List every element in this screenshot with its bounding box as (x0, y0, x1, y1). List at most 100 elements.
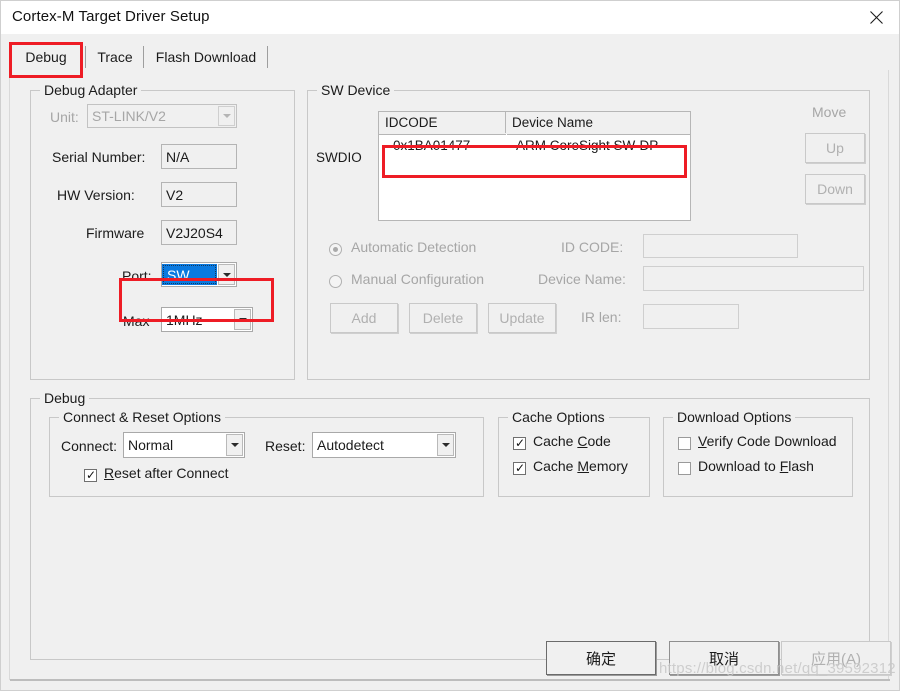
group-cache-options: Cache Options ✓ Cache Code ✓ Cache Memor… (498, 409, 650, 497)
verify-code-download-checkbox[interactable] (678, 437, 691, 450)
move-up-label: Up (826, 140, 844, 156)
group-sw-device-title: SW Device (317, 82, 395, 98)
max-label: Max (123, 313, 150, 329)
tab-flash-download[interactable]: Flash Download (147, 44, 265, 70)
check-icon: ✓ (86, 468, 97, 482)
tab-separator-2 (143, 46, 144, 68)
move-up-button[interactable]: Up (805, 133, 865, 163)
hw-version-field: V2 (161, 182, 237, 207)
window-title: Cortex-M Target Driver Setup (12, 8, 210, 25)
swdio-label: SWDIO (316, 150, 362, 165)
unit-combo-value: ST-LINK/V2 (92, 108, 166, 124)
id-code-label: ID CODE: (561, 239, 624, 255)
cell-idcode: 0x1BA01477 (393, 137, 471, 153)
check-icon: ✓ (515, 461, 526, 475)
sw-device-list[interactable]: IDCODE Device Name 0x1BA01477 ARM CoreSi… (378, 111, 691, 221)
group-cache-options-title: Cache Options (508, 409, 609, 425)
reset-combo[interactable]: Autodetect (312, 432, 456, 458)
group-debug-title: Debug (40, 390, 90, 406)
column-header-device-name: Device Name (512, 115, 594, 130)
tab-trace[interactable]: Trace (89, 44, 141, 70)
tab-separator-1 (85, 46, 86, 68)
cell-device-name: ARM CoreSight SW-DP (516, 137, 659, 153)
tab-separator-3 (267, 46, 268, 68)
tab-page-debug: Debug Adapter Unit: ST-LINK/V2 Serial Nu… (9, 70, 889, 680)
download-to-flash-checkbox[interactable] (678, 462, 691, 475)
table-row[interactable]: 0x1BA01477 ARM CoreSight SW-DP (379, 134, 690, 156)
update-label: Update (499, 310, 545, 326)
tab-debug[interactable]: Debug (11, 44, 81, 70)
reset-combo-value: Autodetect (317, 437, 384, 453)
tab-trace-label: Trace (97, 49, 133, 65)
group-connect-reset-title: Connect & Reset Options (59, 409, 225, 425)
check-icon: ✓ (515, 436, 526, 450)
serial-number-label: Serial Number: (52, 149, 146, 165)
max-combo-chevron-down-icon[interactable] (234, 309, 251, 330)
group-download-options: Download Options Verify Code Download Do… (663, 409, 853, 497)
port-combo-chevron-down-icon[interactable] (218, 264, 235, 285)
id-code-field[interactable] (643, 234, 798, 258)
group-download-options-title: Download Options (673, 409, 796, 425)
add-label: Add (351, 310, 377, 326)
reset-after-connect-label: Reset after Connect (104, 465, 229, 481)
move-down-button[interactable]: Down (805, 174, 865, 204)
update-button[interactable]: Update (488, 303, 556, 333)
reset-after-connect-checkbox[interactable]: ✓ (84, 469, 97, 482)
cache-code-checkbox[interactable]: ✓ (513, 437, 526, 450)
ok-label: 确定 (585, 650, 616, 668)
move-label: Move (812, 104, 847, 120)
group-debug-adapter-title: Debug Adapter (40, 82, 142, 98)
tab-debug-label: Debug (25, 49, 67, 65)
cache-memory-label: Cache Memory (533, 458, 628, 474)
close-icon[interactable] (853, 1, 899, 33)
reset-combo-chevron-down-icon[interactable] (437, 434, 454, 456)
firmware-field: V2J20S4 (161, 220, 237, 245)
manual-configuration-radio[interactable] (329, 275, 342, 288)
max-combo[interactable]: 1MHz (161, 307, 253, 332)
group-sw-device: SW Device SWDIO IDCODE Device Name 0x1BA… (307, 82, 870, 380)
title-bar: Cortex-M Target Driver Setup (1, 1, 899, 34)
move-down-label: Down (817, 181, 853, 197)
download-to-flash-label: Download to Flash (698, 458, 814, 474)
target-driver-setup-dialog: Cortex-M Target Driver Setup Debug Trace… (0, 0, 900, 691)
watermark: https://blog.csdn.net/qq_39592312 (659, 660, 896, 677)
unit-label: Unit: (50, 109, 79, 125)
group-debug-adapter: Debug Adapter Unit: ST-LINK/V2 Serial Nu… (30, 82, 295, 380)
firmware-label: Firmware (86, 225, 145, 241)
manual-configuration-label: Manual Configuration (351, 271, 485, 287)
tab-strip: Debug Trace Flash Download (9, 44, 889, 70)
group-debug: Debug Connect & Reset Options Connect: N… (30, 390, 870, 660)
connect-combo[interactable]: Normal (123, 432, 245, 458)
device-name-label: Device Name: (538, 271, 626, 287)
footer-divider (10, 679, 890, 681)
ok-button[interactable]: 确定 (546, 641, 656, 675)
delete-button[interactable]: Delete (409, 303, 477, 333)
connect-combo-chevron-down-icon[interactable] (226, 434, 243, 456)
unit-combo[interactable]: ST-LINK/V2 (87, 104, 237, 128)
verify-code-download-label: Verify Code Download (698, 433, 837, 449)
sw-device-list-header: IDCODE Device Name (379, 112, 690, 135)
cache-code-label: Cache Code (533, 433, 611, 449)
connect-combo-value: Normal (128, 437, 174, 453)
cache-memory-checkbox[interactable]: ✓ (513, 462, 526, 475)
unit-combo-chevron-down-icon[interactable] (218, 106, 235, 126)
max-combo-value: 1MHz (166, 311, 203, 328)
port-label: Port: (122, 268, 152, 284)
connect-label: Connect: (61, 438, 118, 454)
automatic-detection-radio[interactable] (329, 243, 342, 256)
automatic-detection-label: Automatic Detection (351, 239, 477, 255)
group-connect-reset-options: Connect & Reset Options Connect: Normal … (49, 409, 484, 497)
column-header-idcode: IDCODE (379, 112, 506, 133)
add-button[interactable]: Add (330, 303, 398, 333)
ir-len-label: IR len: (581, 309, 622, 325)
radio-dot (333, 247, 338, 252)
dialog-client-area: Debug Trace Flash Download Debug Adapter… (1, 34, 899, 690)
tab-flash-download-label: Flash Download (155, 49, 257, 65)
hw-version-label: HW Version: (57, 187, 135, 203)
device-name-field[interactable] (643, 266, 864, 291)
port-combo-value: SW (162, 264, 217, 285)
ir-len-field[interactable] (643, 304, 739, 329)
port-combo[interactable]: SW (161, 262, 237, 287)
reset-label: Reset: (265, 438, 306, 454)
delete-label: Delete (422, 310, 464, 326)
